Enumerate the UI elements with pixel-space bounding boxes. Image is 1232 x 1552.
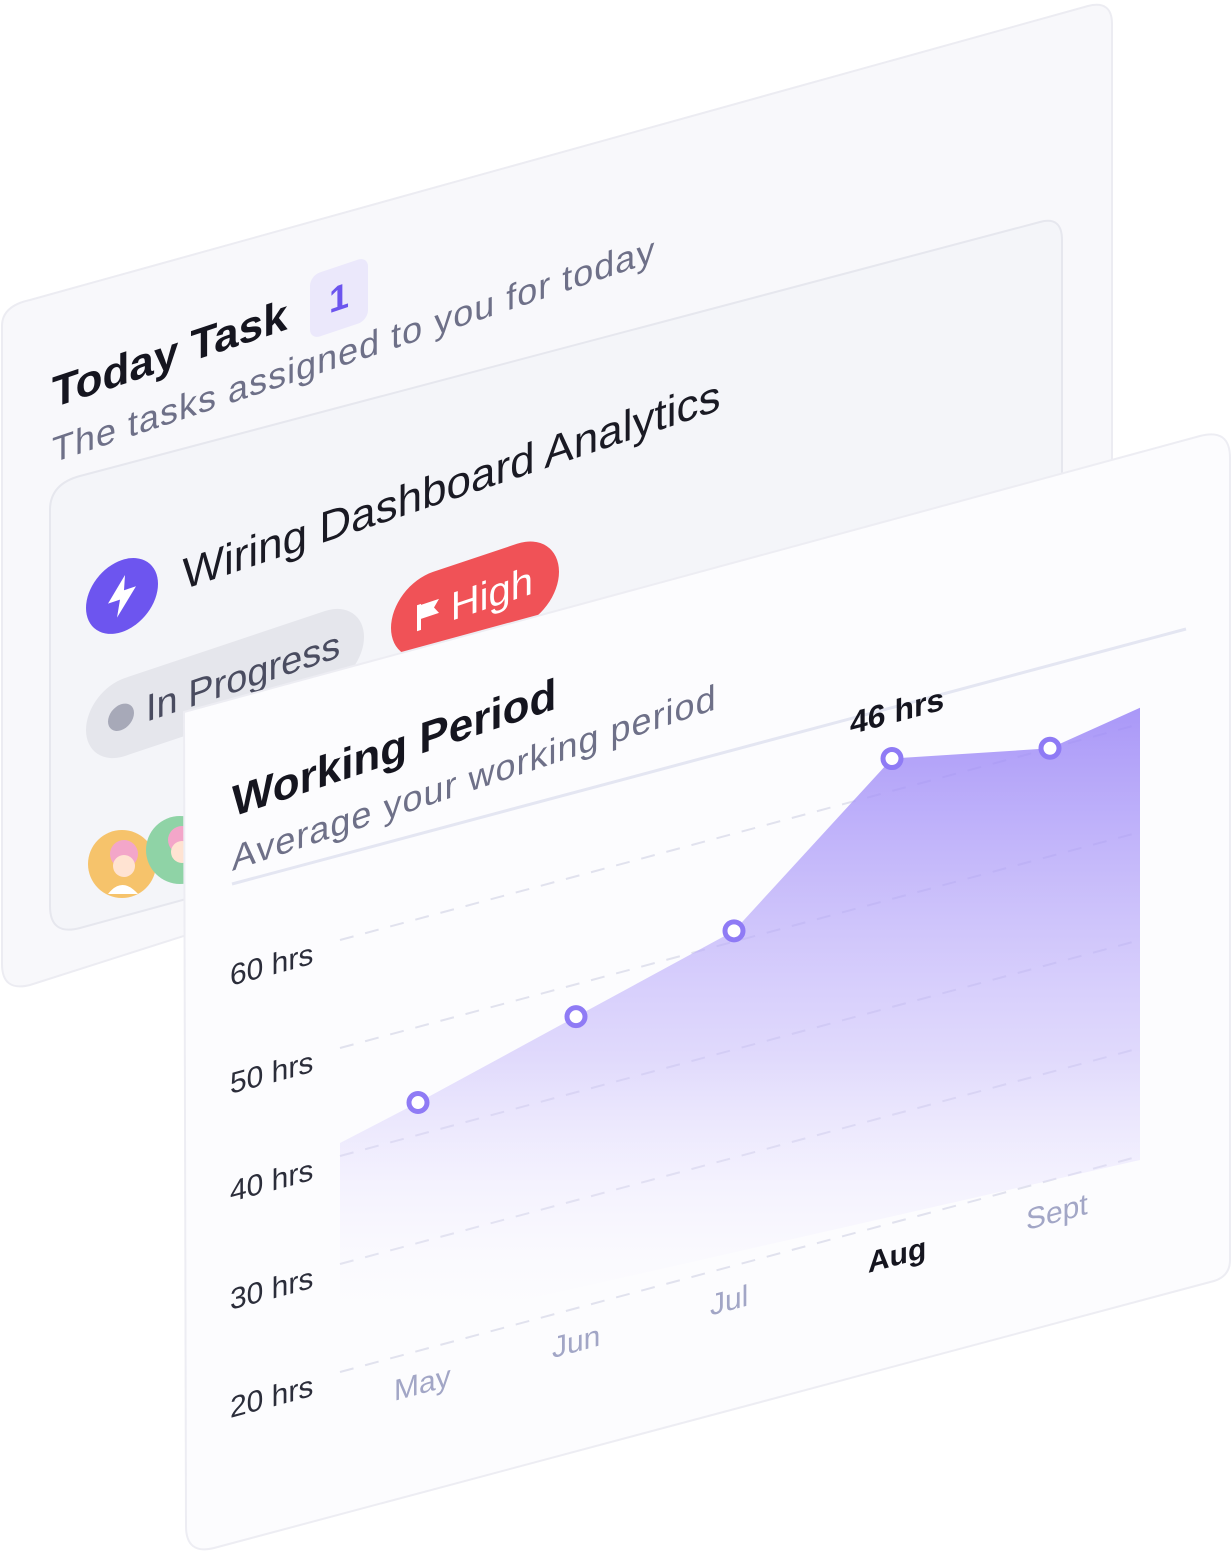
working-period-chart: 20 hrs 30 hrs 40 hrs 50 hrs 60 hrs May Jun Jul… xyxy=(230,681,1141,1425)
peak-value-label: 46 hrs xyxy=(850,681,944,742)
data-point[interactable] xyxy=(880,747,904,771)
x-tick-label[interactable]: Aug xyxy=(868,1231,926,1280)
data-point[interactable] xyxy=(722,919,746,943)
stage: Today Task 1 The tasks assigned to you f… xyxy=(0,0,1232,1552)
data-point[interactable] xyxy=(564,1005,588,1029)
x-tick-label[interactable]: May xyxy=(394,1359,451,1408)
x-tick-label[interactable]: Jun xyxy=(552,1319,600,1365)
data-point[interactable] xyxy=(406,1091,430,1115)
x-tick-label[interactable]: Sept xyxy=(1026,1187,1088,1237)
area-series xyxy=(340,707,1140,1342)
data-point[interactable] xyxy=(1038,736,1062,760)
y-tick-label: 30 hrs xyxy=(230,1261,313,1317)
y-tick-label: 40 hrs xyxy=(230,1153,313,1209)
x-tick-label[interactable]: Jul xyxy=(710,1279,748,1323)
y-tick-label: 60 hrs xyxy=(230,937,313,993)
y-tick-label: 20 hrs xyxy=(230,1369,313,1425)
y-tick-label: 50 hrs xyxy=(230,1045,313,1101)
